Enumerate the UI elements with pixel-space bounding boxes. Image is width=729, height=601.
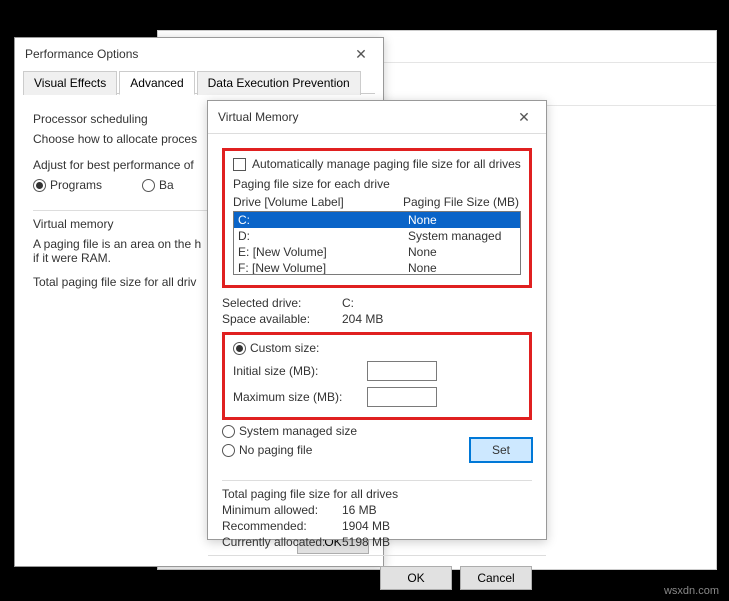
highlight-custom: Custom size: Initial size (MB): Maximum … xyxy=(222,332,532,420)
radio-no-paging-file[interactable]: No paging file xyxy=(222,443,470,457)
initial-size-label: Initial size (MB): xyxy=(233,364,363,378)
drive-row[interactable]: F: [New Volume] None xyxy=(234,260,520,275)
maximum-size-input[interactable] xyxy=(367,387,437,407)
tab-dep[interactable]: Data Execution Prevention xyxy=(197,71,361,95)
radio-background[interactable]: Ba xyxy=(142,178,174,192)
tab-advanced[interactable]: Advanced xyxy=(119,71,194,95)
selected-drive-value: C: xyxy=(342,296,354,310)
drive-header-label: Drive [Volume Label] xyxy=(233,195,403,209)
auto-manage-checkbox[interactable]: Automatically manage paging file size fo… xyxy=(233,157,521,171)
radio-system-managed[interactable]: System managed size xyxy=(222,424,532,438)
vm-ok-button[interactable]: OK xyxy=(380,566,452,590)
set-button[interactable]: Set xyxy=(470,438,532,462)
close-icon[interactable]: ✕ xyxy=(347,44,375,64)
paging-size-header: Paging File Size (MB) xyxy=(403,195,519,209)
space-available-value: 204 MB xyxy=(342,312,383,326)
currently-allocated-value: 5198 MB xyxy=(342,535,390,549)
vm-cancel-button[interactable]: Cancel xyxy=(460,566,532,590)
selected-drive-label: Selected drive: xyxy=(222,296,342,310)
paging-size-heading: Paging file size for each drive xyxy=(233,177,521,191)
close-icon[interactable]: ✕ xyxy=(510,107,538,127)
drive-row[interactable]: D: System managed xyxy=(234,228,520,244)
recommended-label: Recommended: xyxy=(222,519,342,533)
highlight-top: Automatically manage paging file size fo… xyxy=(222,148,532,288)
radio-custom-size[interactable]: Custom size: xyxy=(233,341,521,355)
radio-programs[interactable]: Programs xyxy=(33,178,102,192)
drive-row[interactable]: E: [New Volume] None xyxy=(234,244,520,260)
watermark: wsxdn.com xyxy=(664,585,719,597)
perf-title: Performance Options xyxy=(25,47,138,61)
perf-tabs: Visual Effects Advanced Data Execution P… xyxy=(23,70,375,94)
currently-allocated-label: Currently allocated: xyxy=(222,535,342,549)
drive-list[interactable]: C: None D: System managed E: [New Volume… xyxy=(233,211,521,275)
maximum-size-label: Maximum size (MB): xyxy=(233,390,363,404)
recommended-value: 1904 MB xyxy=(342,519,390,533)
tab-visual-effects[interactable]: Visual Effects xyxy=(23,71,117,95)
space-available-label: Space available: xyxy=(222,312,342,326)
vm-title: Virtual Memory xyxy=(218,110,298,124)
min-allowed-value: 16 MB xyxy=(342,503,377,517)
min-allowed-label: Minimum allowed: xyxy=(222,503,342,517)
drive-row[interactable]: C: None xyxy=(234,212,520,228)
totals-heading: Total paging file size for all drives xyxy=(222,487,532,501)
virtual-memory-dialog: Virtual Memory ✕ Automatically manage pa… xyxy=(207,100,547,540)
initial-size-input[interactable] xyxy=(367,361,437,381)
